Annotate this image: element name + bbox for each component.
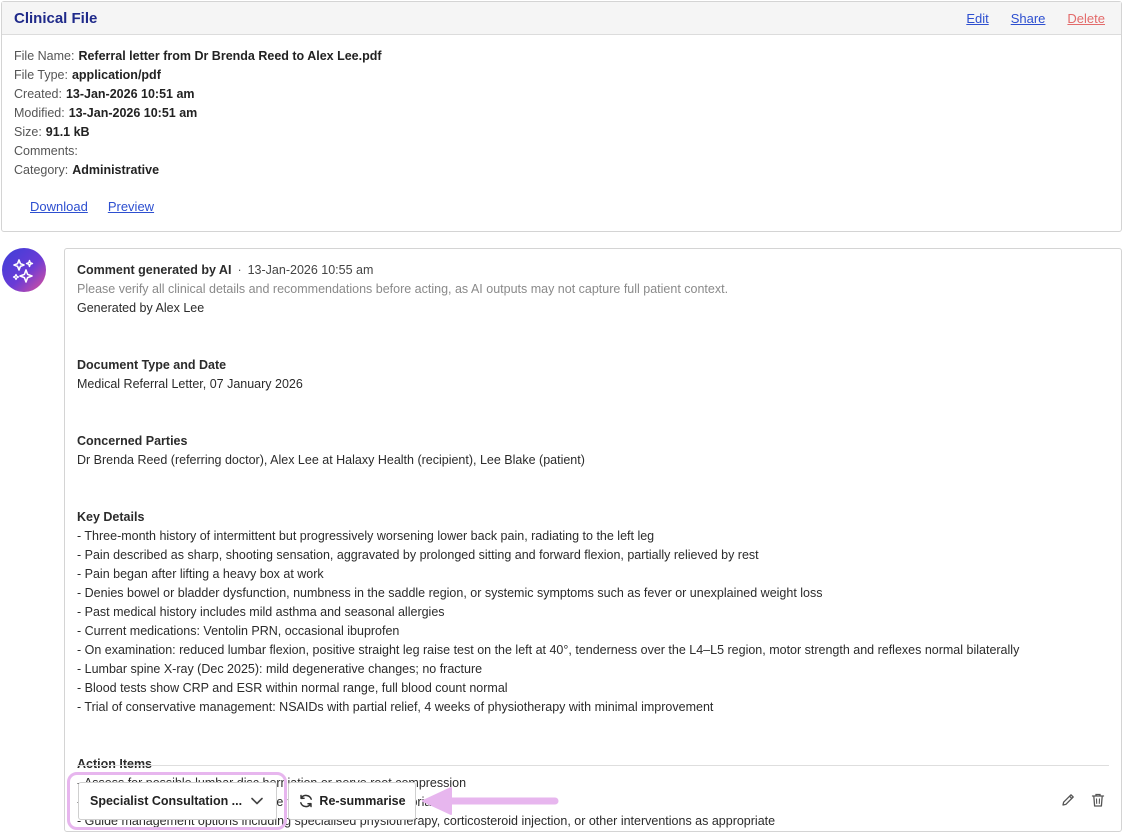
meta-modified: Modified: 13-Jan-2026 10:51 am <box>14 106 198 120</box>
section-line: Dr Brenda Reed (referring doctor), Alex … <box>77 453 585 467</box>
section-heading: Key Details <box>77 510 145 524</box>
section-line: - Past medical history includes mild ast… <box>77 605 445 619</box>
template-select-highlight: Specialist Consultation ... <box>67 772 287 830</box>
meta-comments: Comments: <box>14 144 78 158</box>
template-select[interactable]: Specialist Consultation ... <box>78 782 277 820</box>
pointer-arrow-icon <box>417 782 559 820</box>
section-heading: Concerned Parties <box>77 434 188 448</box>
section-heading: Document Type and Date <box>77 358 227 372</box>
section-line: - On examination: reduced lumbar flexion… <box>77 643 1020 657</box>
comment-header: Comment generated by AI · 13-Jan-2026 10:5… <box>77 261 1109 280</box>
edit-comment-button[interactable] <box>1058 790 1078 810</box>
comment-body: Comment generated by AI · 13-Jan-2026 10:5… <box>65 249 1121 831</box>
edit-link[interactable]: Edit <box>966 11 988 26</box>
page-title: Clinical File <box>14 9 98 27</box>
resummarise-button[interactable]: Re-summarise <box>288 782 416 820</box>
section-line: - Three-month history of intermittent bu… <box>77 529 655 543</box>
footer-divider <box>77 765 1109 766</box>
file-header: Clinical File Edit Share Delete <box>2 2 1121 35</box>
sparkle-icon <box>12 259 34 283</box>
meta-file-type: File Type: application/pdf <box>14 68 161 82</box>
trash-icon <box>1091 793 1105 807</box>
preview-link[interactable]: Preview <box>108 199 154 214</box>
clinical-file-card: Clinical File Edit Share Delete File Nam… <box>1 1 1122 232</box>
comment-author: Comment generated by AI <box>77 263 232 277</box>
ai-disclaimer: Please verify all clinical details and r… <box>77 282 729 296</box>
section-line: - Current medications: Ventolin PRN, occ… <box>77 624 400 638</box>
generated-by: Generated by Alex Lee <box>77 301 205 315</box>
template-select-value: Specialist Consultation ... <box>90 794 243 808</box>
refresh-icon <box>300 794 313 808</box>
section-line: - Lumbar spine X-ray (Dec 2025): mild de… <box>77 662 483 676</box>
file-actions: Edit Share Delete <box>966 11 1105 26</box>
section-line: - Denies bowel or bladder dysfunction, n… <box>77 586 823 600</box>
section-line: Medical Referral Letter, 07 January 2026 <box>77 377 303 391</box>
delete-comment-button[interactable] <box>1088 790 1108 810</box>
share-link[interactable]: Share <box>1011 11 1046 26</box>
meta-created: Created: 13-Jan-2026 10:51 am <box>14 87 195 101</box>
file-metadata: File Name: Referral letter from Dr Brenda… <box>2 35 1121 180</box>
resummarise-label: Re-summarise <box>319 794 406 808</box>
section-line: - Pain began after lifting a heavy box a… <box>77 567 324 581</box>
meta-size: Size: 91.1 kB <box>14 125 90 139</box>
ai-sparkle-avatar <box>2 248 46 292</box>
pencil-icon <box>1062 794 1074 806</box>
delete-link[interactable]: Delete <box>1067 11 1105 26</box>
comment-timestamp: 13-Jan-2026 10:55 am <box>247 263 374 277</box>
section-line: - Trial of conservative management: NSAI… <box>77 700 714 714</box>
file-links: Download Preview <box>30 199 154 214</box>
section-line: - Pain described as sharp, shooting sens… <box>77 548 759 562</box>
section-line: - Blood tests show CRP and ESR within no… <box>77 681 508 695</box>
ai-comment-card: Comment generated by AI · 13-Jan-2026 10:5… <box>64 248 1122 832</box>
meta-file-name: File Name: Referral letter from Dr Brenda… <box>14 49 382 63</box>
download-link[interactable]: Download <box>30 199 88 214</box>
chevron-down-icon <box>251 797 263 805</box>
separator-dot: · <box>237 263 242 277</box>
meta-category: Category: Administrative <box>14 163 160 177</box>
